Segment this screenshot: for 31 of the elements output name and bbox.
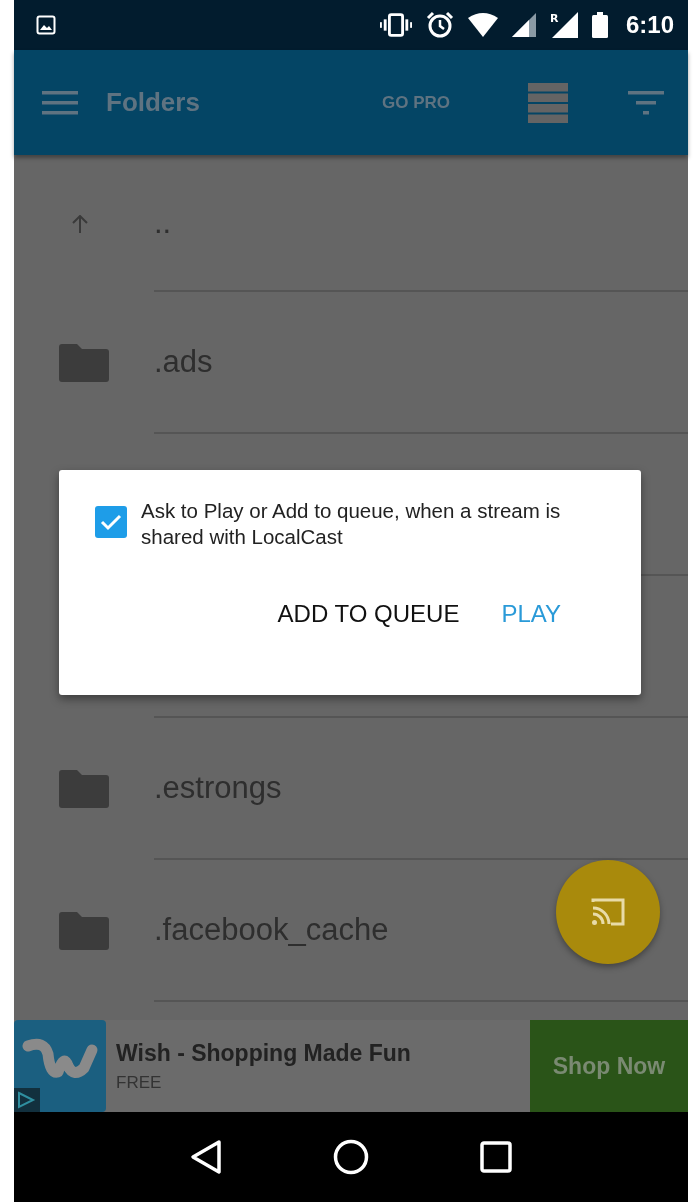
play-button[interactable]: PLAY: [491, 592, 571, 636]
clock-time: 6:10: [625, 11, 674, 39]
folder-icon: [59, 344, 109, 382]
wifi-icon: [467, 13, 498, 37]
app-logo-icon: [14, 1020, 106, 1112]
folder-icon: [59, 770, 109, 808]
folder-name[interactable]: ..: [154, 204, 172, 241]
back-icon[interactable]: [189, 1139, 222, 1175]
folder-name[interactable]: .estrongs: [154, 770, 282, 806]
up-arrow-icon: [72, 214, 88, 233]
alarm-icon: [425, 11, 454, 39]
folder-name[interactable]: .facebook_cache: [154, 912, 389, 948]
roaming-signal-icon: R: [549, 12, 578, 38]
battery-icon: [591, 12, 608, 38]
cast-icon: [591, 898, 625, 926]
go-pro-button[interactable]: GO PRO: [374, 86, 458, 119]
image-icon: [36, 15, 56, 35]
app-title: Folders: [106, 87, 200, 118]
home-icon[interactable]: [333, 1139, 369, 1175]
folder-name[interactable]: .ads: [154, 344, 213, 380]
recents-icon[interactable]: [480, 1141, 513, 1173]
ad-subtitle: FREE: [116, 1072, 163, 1093]
checkbox[interactable]: [95, 506, 127, 538]
cast-button[interactable]: [556, 860, 660, 964]
folder-icon: [59, 912, 109, 950]
ad-title: Wish - Shopping Made Fun: [116, 1039, 412, 1067]
dialog-message: Ask to Play or Add to queue, when a stream is shared with LocalCast: [141, 498, 562, 550]
add-to-queue-button[interactable]: ADD TO QUEUE: [267, 592, 470, 636]
vibrate-icon: [379, 12, 412, 38]
shop-now-button[interactable]: Shop Now: [530, 1020, 688, 1112]
signal-icon: [511, 13, 536, 37]
